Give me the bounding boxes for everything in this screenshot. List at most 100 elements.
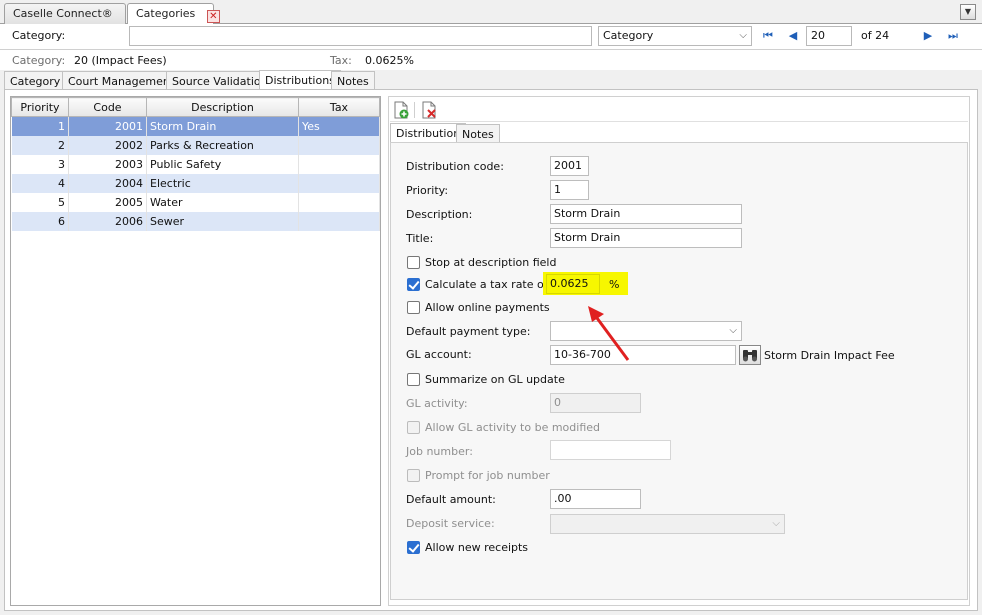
tab-list-dropdown-button[interactable]: ▼ — [960, 4, 976, 20]
add-record-icon[interactable] — [392, 101, 410, 119]
toolbar-divider — [414, 102, 415, 118]
category-search-input[interactable] — [129, 26, 592, 46]
column-header-tax[interactable]: Tax — [298, 97, 380, 117]
cell-priority: 6 — [11, 211, 69, 231]
job-number-field — [550, 440, 671, 460]
previous-record-icon[interactable]: ◀ — [785, 27, 801, 45]
cell-tax — [298, 173, 380, 193]
category-info-row: Category: 20 (Impact Fees) Tax: 0.0625% — [0, 50, 982, 70]
tab-distribution-notes[interactable]: Notes — [456, 124, 500, 143]
cell-tax: Yes — [298, 116, 380, 136]
first-record-icon[interactable]: ⏮ — [760, 27, 776, 45]
gl-account-field[interactable]: 10-36-700 — [550, 345, 736, 365]
calculate-tax-checkbox[interactable] — [407, 278, 420, 291]
cell-priority: 1 — [11, 116, 69, 136]
delete-record-icon[interactable] — [420, 101, 438, 119]
cell-code: 2001 — [68, 116, 147, 136]
cell-tax — [298, 211, 380, 231]
deposit-service-select: ⌵ — [550, 514, 785, 534]
allow-gl-modify-label: Allow GL activity to be modified — [425, 421, 601, 434]
column-header-code[interactable]: Code — [68, 97, 147, 117]
tab-court-management[interactable]: Court Management — [62, 71, 181, 90]
allow-new-receipts-label: Allow new receipts — [425, 541, 529, 554]
gl-activity-label: GL activity: — [406, 397, 468, 410]
chevron-down-icon: ⌵ — [729, 325, 737, 336]
table-row[interactable]: 6 2006 Sewer — [11, 211, 380, 231]
allow-gl-modify-checkbox — [407, 421, 420, 434]
cell-description: Parks & Recreation — [146, 135, 299, 155]
tab-caselle-connect[interactable]: Caselle Connect® — [4, 3, 126, 24]
allow-new-receipts-checkbox[interactable] — [407, 541, 420, 554]
gl-account-description: Storm Drain Impact Fee — [764, 349, 895, 362]
chevron-down-icon: ⌵ — [772, 518, 780, 529]
column-header-priority[interactable]: Priority — [11, 97, 69, 117]
description-label: Description: — [406, 208, 473, 221]
cell-description: Public Safety — [146, 154, 299, 174]
table-row[interactable]: 5 2005 Water — [11, 192, 380, 212]
distributions-table: Priority Code Description Tax 1 2001 Sto… — [11, 97, 380, 231]
gl-account-label: GL account: — [406, 348, 472, 361]
calculate-tax-label: Calculate a tax rate of: — [425, 278, 551, 291]
cell-code: 2003 — [68, 154, 147, 174]
allow-online-payments-label: Allow online payments — [425, 301, 550, 314]
category-label: Category: — [12, 29, 66, 42]
distributions-grid[interactable]: Priority Code Description Tax 1 2001 Sto… — [10, 96, 381, 606]
next-record-icon[interactable]: ▶ — [920, 27, 936, 45]
close-icon[interactable]: ✕ — [206, 10, 220, 23]
summarize-gl-checkbox[interactable] — [407, 373, 420, 386]
stop-at-description-label: Stop at description field — [425, 256, 557, 269]
table-row[interactable]: 3 2003 Public Safety — [11, 154, 380, 174]
tab-notes[interactable]: Notes — [331, 71, 375, 90]
allow-online-payments-checkbox[interactable] — [407, 301, 420, 314]
last-record-icon[interactable]: ⏭ — [945, 27, 961, 45]
table-row[interactable]: 1 2001 Storm Drain Yes — [11, 116, 380, 136]
cell-description: Water — [146, 192, 299, 212]
lookup-field-select[interactable]: Category ⌵ — [598, 26, 752, 46]
cell-code: 2002 — [68, 135, 147, 155]
default-payment-type-select[interactable]: ⌵ — [550, 321, 742, 341]
cell-priority: 2 — [11, 135, 69, 155]
tab-label: Categories — [136, 7, 196, 20]
gl-account-lookup-button[interactable] — [739, 345, 761, 365]
tax-rate-field[interactable]: 0.0625 — [546, 274, 600, 294]
chevron-down-icon: ⌵ — [739, 30, 747, 41]
cell-tax — [298, 154, 380, 174]
prompt-job-number-label: Prompt for job number — [425, 469, 550, 482]
table-row[interactable]: 2 2002 Parks & Recreation — [11, 135, 380, 155]
cell-priority: 4 — [11, 173, 69, 193]
tab-distribution[interactable]: Distribution — [390, 123, 467, 143]
table-row[interactable]: 4 2004 Electric — [11, 173, 380, 193]
cell-description: Electric — [146, 173, 299, 193]
cell-code: 2005 — [68, 192, 147, 212]
tab-categories[interactable]: Categories ✕ — [127, 3, 220, 25]
summarize-gl-label: Summarize on GL update — [425, 373, 565, 386]
default-amount-label: Default amount: — [406, 493, 496, 506]
record-number-input[interactable]: 20 — [806, 26, 852, 46]
tab-category[interactable]: Category — [4, 71, 67, 90]
stop-at-description-checkbox[interactable] — [407, 256, 420, 269]
tab-source-validation[interactable]: Source Validation — [166, 71, 274, 90]
tax-unit-label: % — [609, 278, 620, 291]
description-field[interactable]: Storm Drain — [550, 204, 742, 224]
default-amount-field[interactable]: .00 — [550, 489, 641, 509]
record-total: of 24 — [861, 29, 890, 42]
cell-tax — [298, 135, 380, 155]
distribution-code-field[interactable]: 2001 — [550, 156, 589, 176]
priority-field[interactable]: 1 — [550, 180, 589, 200]
chevron-down-icon: ▼ — [964, 7, 972, 16]
title-field[interactable]: Storm Drain — [550, 228, 742, 248]
cell-code: 2004 — [68, 173, 147, 193]
annotation-arrow-icon — [588, 306, 630, 361]
prompt-job-number-checkbox — [407, 469, 420, 482]
gl-activity-field: 0 — [550, 393, 641, 413]
cell-priority: 5 — [11, 192, 69, 212]
column-header-description[interactable]: Description — [146, 97, 299, 117]
category-search-bar: Category: Category ⌵ ⏮ ◀ 20 of 24 ▶ ⏭ — [0, 24, 982, 50]
cell-description: Storm Drain — [146, 116, 299, 136]
binoculars-icon — [743, 350, 757, 362]
info-category-label: Category: — [12, 54, 66, 67]
title-label: Title: — [406, 232, 434, 245]
distribution-code-label: Distribution code: — [406, 160, 504, 173]
cell-priority: 3 — [11, 154, 69, 174]
tab-distributions[interactable]: Distributions — [259, 70, 341, 90]
